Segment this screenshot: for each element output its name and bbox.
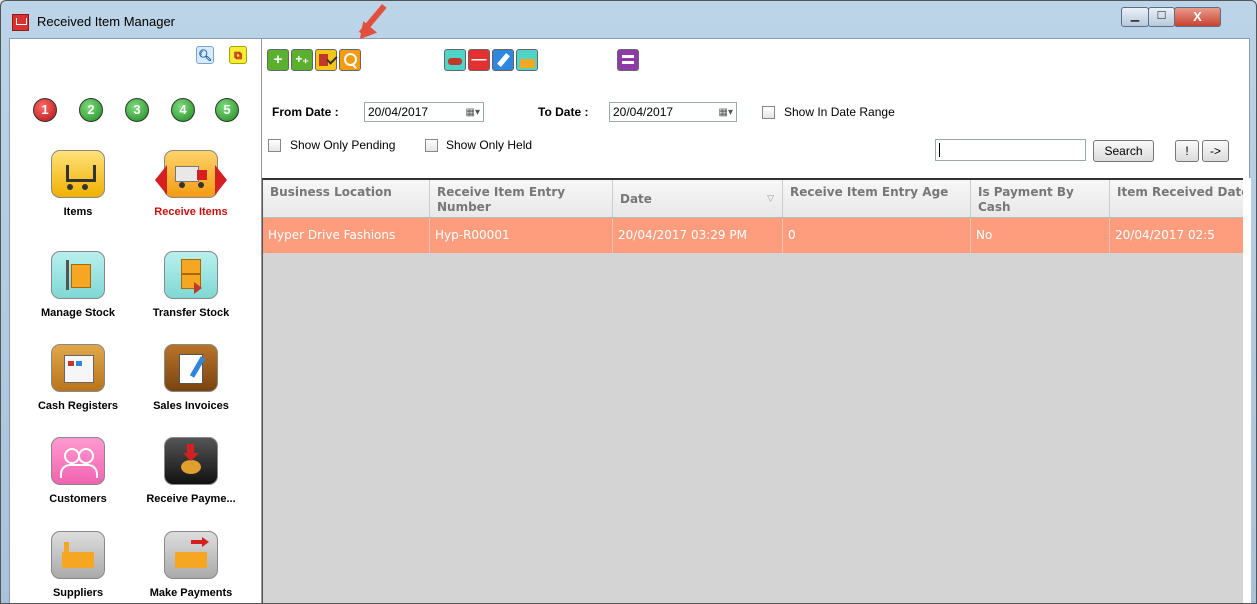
module-cash-registers[interactable]: Cash Registers	[32, 344, 124, 412]
title-bar: Received Item Manager ▁ ☐ X	[1, 1, 1256, 37]
column-date[interactable]: Date ▽	[613, 180, 783, 217]
show-only-held-label: Show Only Held	[446, 138, 533, 152]
cash-register-icon	[51, 344, 105, 392]
calendar-dropdown-icon[interactable]: ▦▾	[719, 104, 733, 122]
cell-entry-number: Hyp-R00001	[430, 218, 613, 253]
factory-arrow-icon	[164, 531, 218, 579]
module-receive-payments[interactable]: Receive Payme...	[145, 437, 237, 505]
show-in-date-range-label: Show In Date Range	[784, 105, 895, 119]
module-label: Customers	[49, 493, 107, 505]
module-manage-stock[interactable]: Manage Stock	[32, 251, 124, 319]
car-view-icon[interactable]	[444, 49, 466, 71]
text-caret	[939, 143, 940, 157]
add-multiple-icon[interactable]: +₊	[291, 49, 313, 71]
close-button[interactable]: X	[1174, 7, 1221, 27]
sort-indicator-icon: ▽	[767, 194, 774, 204]
column-item-received-date[interactable]: Item Received Date	[1110, 180, 1244, 217]
module-label: Sales Invoices	[153, 400, 229, 412]
filter-panel: From Date : 20/04/2017 ▦▾ To Date : 20/0…	[262, 81, 1249, 177]
next-arrow-button[interactable]: ->	[1202, 140, 1229, 162]
toolbar: + +₊ — ?	[262, 39, 1249, 81]
remove-icon[interactable]: —	[468, 49, 490, 71]
approve-icon[interactable]	[315, 49, 338, 71]
supplier-factory-icon[interactable]	[516, 49, 538, 71]
column-entry-number[interactable]: Receive Item Entry Number	[430, 180, 613, 217]
summary-icon[interactable]	[617, 49, 639, 71]
search-button[interactable]: Search	[1093, 140, 1154, 162]
step-1-button[interactable]: 1	[33, 98, 57, 122]
module-label: Make Payments	[149, 587, 233, 599]
show-only-pending-checkbox[interactable]	[268, 139, 281, 152]
column-payment-by-cash[interactable]: Is Payment By Cash	[971, 180, 1110, 217]
hand-truck-icon	[51, 251, 105, 299]
arrow-right-icon	[215, 165, 227, 195]
grid-header: Business Location Receive Item Entry Num…	[263, 180, 1244, 218]
search-icon[interactable]: 🔍︎	[196, 46, 214, 64]
truck-icon	[155, 150, 227, 198]
from-date-label: From Date :	[272, 105, 339, 119]
step-4-button[interactable]: 4	[171, 98, 195, 122]
module-items[interactable]: Items	[32, 150, 124, 218]
module-label: Transfer Stock	[152, 307, 230, 319]
show-only-held-checkbox[interactable]	[425, 139, 438, 152]
cell-date: 20/04/2017 03:29 PM	[613, 218, 783, 253]
cart-icon	[12, 14, 29, 31]
show-only-pending-label: Show Only Pending	[290, 138, 396, 152]
module-label: Receive Payme...	[146, 493, 236, 505]
cell-item-received-date: 20/04/2017 02:5	[1110, 218, 1244, 253]
maximize-button[interactable]: ☐	[1148, 7, 1175, 27]
cell-entry-age: 0	[783, 218, 971, 253]
boxes-transfer-icon	[164, 251, 218, 299]
module-transfer-stock[interactable]: Transfer Stock	[145, 251, 237, 319]
exclaim-button[interactable]: !	[1175, 140, 1199, 162]
to-date-label: To Date :	[538, 105, 589, 119]
people-icon	[51, 437, 105, 485]
app-window: Received Item Manager ▁ ☐ X 🔍︎ ⧉ 1 2 3 4…	[0, 0, 1257, 604]
step-3-button[interactable]: 3	[125, 98, 149, 122]
module-receive-items[interactable]: Receive Items	[145, 150, 237, 218]
find-icon[interactable]	[339, 49, 361, 71]
minimize-button[interactable]: ▁	[1121, 7, 1149, 27]
received-items-grid[interactable]: Business Location Receive Item Entry Num…	[262, 178, 1244, 603]
step-5-button[interactable]: 5	[215, 98, 239, 122]
search-input[interactable]	[935, 139, 1086, 161]
invoice-pencil-icon	[164, 344, 218, 392]
module-label: Manage Stock	[41, 307, 115, 319]
window-title: Received Item Manager	[37, 14, 176, 29]
to-date-value: 20/04/2017	[613, 105, 674, 119]
add-icon[interactable]: +	[267, 49, 289, 71]
show-in-date-range-checkbox[interactable]	[762, 106, 775, 119]
factory-icon	[51, 531, 105, 579]
grid-right-border	[1243, 178, 1251, 603]
column-business-location[interactable]: Business Location	[263, 180, 430, 217]
client-area: 🔍︎ ⧉ 1 2 3 4 5 Items Receive Items Manag…	[9, 38, 1251, 603]
module-label: Items	[63, 206, 93, 218]
step-2-button[interactable]: 2	[79, 98, 103, 122]
module-sales-invoices[interactable]: Sales Invoices	[145, 344, 237, 412]
column-entry-age[interactable]: Receive Item Entry Age	[783, 180, 971, 217]
cell-payment-by-cash: No	[971, 218, 1110, 253]
module-suppliers[interactable]: Suppliers	[32, 531, 124, 599]
calendar-dropdown-icon[interactable]: ▦▾	[466, 104, 480, 122]
module-label: Cash Registers	[37, 400, 119, 412]
cell-business-location: Hyper Drive Fashions	[263, 218, 430, 253]
module-customers[interactable]: Customers	[32, 437, 124, 505]
edit-icon[interactable]	[492, 49, 514, 71]
module-make-payments[interactable]: Make Payments	[145, 531, 237, 599]
module-label: Receive Items	[154, 206, 228, 218]
module-label: Suppliers	[52, 587, 104, 599]
module-sidebar: 🔍︎ ⧉ 1 2 3 4 5 Items Receive Items Manag…	[10, 39, 262, 603]
table-row[interactable]: Hyper Drive Fashions Hyp-R00001 20/04/20…	[263, 218, 1244, 253]
from-date-value: 20/04/2017	[368, 105, 429, 119]
coins-download-icon	[164, 437, 218, 485]
arrow-left-icon	[155, 165, 167, 195]
copy-windows-icon[interactable]: ⧉	[229, 46, 247, 64]
from-date-picker[interactable]: 20/04/2017 ▦▾	[364, 102, 484, 122]
to-date-picker[interactable]: 20/04/2017 ▦▾	[609, 102, 737, 122]
shopping-cart-icon	[51, 150, 105, 198]
